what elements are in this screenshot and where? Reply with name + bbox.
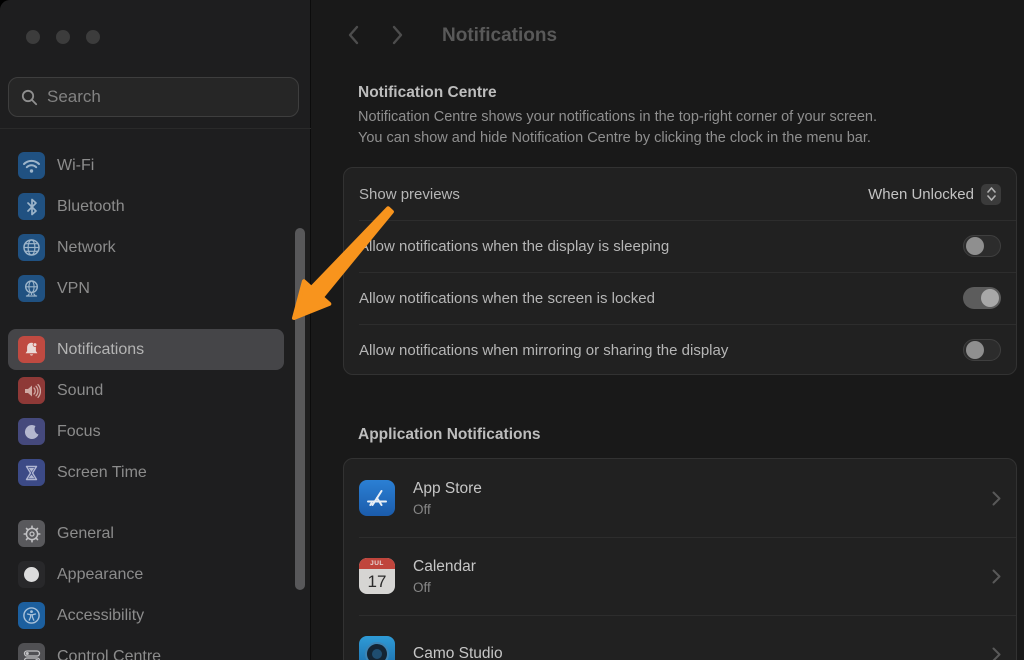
chevron-right-icon <box>992 491 1001 505</box>
sidebar-item-label: Control Centre <box>57 647 162 660</box>
sidebar-divider <box>0 128 311 129</box>
sidebar-item-label: Notifications <box>57 340 145 358</box>
vpn-globe-icon <box>18 275 45 302</box>
app-store-icon <box>359 480 395 516</box>
show-previews-label: Show previews <box>359 185 460 203</box>
sidebar-scrollbar[interactable] <box>295 228 305 590</box>
system-settings-window: Search Wi-Fi Bluetooth Network VPN Notif… <box>0 0 1024 660</box>
sidebar-item-label: Wi-Fi <box>57 156 95 174</box>
sidebar-item-appearance[interactable]: Appearance <box>8 554 284 595</box>
app-name: App Store <box>413 479 482 497</box>
sidebar-item-screen-time[interactable]: Screen Time <box>8 452 284 493</box>
globe-icon <box>18 234 45 261</box>
screen-locked-label: Allow notifications when the screen is l… <box>359 289 655 307</box>
sidebar-item-label: VPN <box>57 279 90 297</box>
sidebar-item-general[interactable]: General <box>8 513 284 554</box>
screen-locked-toggle[interactable] <box>963 287 1001 309</box>
close-window-button[interactable] <box>26 30 40 44</box>
sidebar-item-notifications[interactable]: Notifications <box>8 329 284 370</box>
search-input[interactable]: Search <box>8 77 299 117</box>
sidebar: Search Wi-Fi Bluetooth Network VPN Notif… <box>0 0 311 660</box>
app-status: Off <box>413 579 431 595</box>
control-centre-icon <box>18 643 45 660</box>
gear-icon <box>18 520 45 547</box>
sidebar-list: Wi-Fi Bluetooth Network VPN Notification… <box>8 145 303 660</box>
sidebar-item-bluetooth[interactable]: Bluetooth <box>8 186 284 227</box>
sidebar-item-label: Bluetooth <box>57 197 125 215</box>
app-name: Calendar <box>413 557 476 575</box>
chevron-up-down-icon <box>981 183 1001 205</box>
show-previews-row: Show previews When Unlocked <box>344 168 1016 220</box>
mirroring-row: Allow notifications when mirroring or sh… <box>344 324 1016 376</box>
show-previews-select[interactable]: When Unlocked <box>868 183 1001 205</box>
sidebar-item-accessibility[interactable]: Accessibility <box>8 595 284 636</box>
app-row-app-store[interactable]: App Store Off <box>344 459 1016 537</box>
sidebar-item-sound[interactable]: Sound <box>8 370 284 411</box>
accessibility-icon <box>18 602 45 629</box>
sidebar-item-label: Appearance <box>57 565 144 583</box>
mirroring-label: Allow notifications when mirroring or sh… <box>359 341 729 359</box>
application-notifications-group: App Store Off JUL 17 Calendar Off Camo S… <box>343 458 1017 660</box>
main-pane: Notifications Notification Centre Notifi… <box>311 0 1024 660</box>
sidebar-item-label: Focus <box>57 422 101 440</box>
forward-button[interactable] <box>392 25 404 45</box>
appearance-icon <box>18 561 45 588</box>
app-row-calendar[interactable]: JUL 17 Calendar Off <box>344 537 1016 615</box>
sidebar-item-label: Accessibility <box>57 606 145 624</box>
display-sleeping-row: Allow notifications when the display is … <box>344 220 1016 272</box>
notification-centre-section-title: Notification Centre <box>358 84 497 101</box>
wifi-icon <box>18 152 45 179</box>
camo-studio-icon <box>359 636 395 660</box>
app-status: Off <box>413 501 431 517</box>
back-button[interactable] <box>347 25 359 45</box>
notification-centre-group: Show previews When Unlocked Allow notifi… <box>343 167 1017 375</box>
chevron-right-icon <box>992 647 1001 660</box>
sidebar-item-network[interactable]: Network <box>8 227 284 268</box>
bluetooth-icon <box>18 193 45 220</box>
application-notifications-section-title: Application Notifications <box>358 426 541 443</box>
chevron-right-icon <box>992 569 1001 583</box>
display-sleeping-label: Allow notifications when the display is … <box>359 237 670 255</box>
sidebar-item-control-centre[interactable]: Control Centre <box>8 636 284 660</box>
window-controls <box>26 30 100 44</box>
app-name: Camo Studio <box>413 645 503 660</box>
hourglass-icon <box>18 459 45 486</box>
sidebar-item-vpn[interactable]: VPN <box>8 268 284 309</box>
app-row-camo-studio[interactable]: Camo Studio <box>344 615 1016 660</box>
show-previews-value: When Unlocked <box>868 185 974 203</box>
sidebar-item-label: Sound <box>57 381 104 399</box>
moon-icon <box>18 418 45 445</box>
search-icon <box>21 89 38 105</box>
zoom-window-button[interactable] <box>86 30 100 44</box>
sidebar-item-focus[interactable]: Focus <box>8 411 284 452</box>
sidebar-item-wifi[interactable]: Wi-Fi <box>8 145 284 186</box>
search-placeholder: Search <box>47 87 101 106</box>
notification-centre-description: Notification Centre shows your notificat… <box>358 109 878 146</box>
sidebar-item-label: General <box>57 524 114 542</box>
speaker-icon <box>18 377 45 404</box>
sidebar-item-label: Network <box>57 238 116 256</box>
page-title: Notifications <box>442 25 558 46</box>
bell-icon <box>18 336 45 363</box>
minimize-window-button[interactable] <box>56 30 70 44</box>
screen-locked-row: Allow notifications when the screen is l… <box>344 272 1016 324</box>
mirroring-toggle[interactable] <box>963 339 1001 361</box>
display-sleeping-toggle[interactable] <box>963 235 1001 257</box>
calendar-icon: JUL 17 <box>359 558 395 594</box>
sidebar-item-label: Screen Time <box>57 463 147 481</box>
